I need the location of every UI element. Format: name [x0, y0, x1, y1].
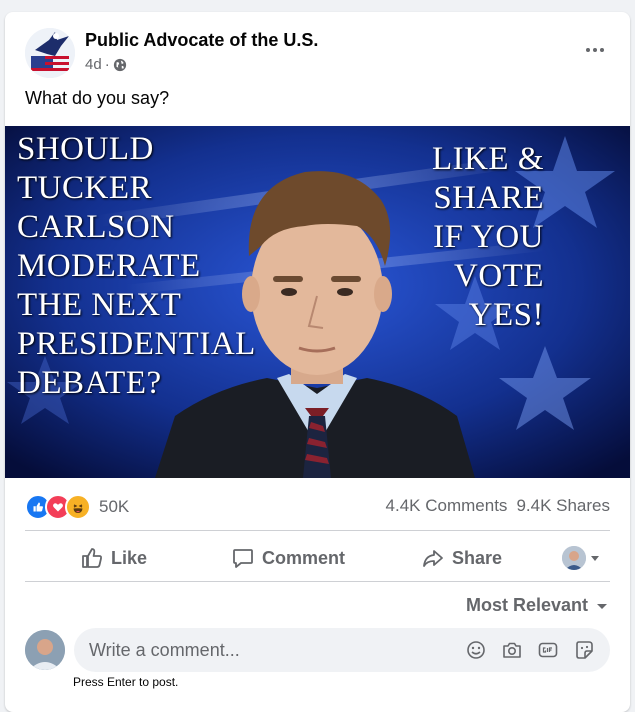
- like-label: Like: [111, 547, 148, 568]
- reaction-summary[interactable]: 50K: [25, 494, 129, 520]
- globe-icon[interactable]: [113, 58, 127, 72]
- comment-label: Comment: [262, 547, 346, 568]
- eagle-flag-logo: [25, 28, 75, 78]
- composer-tools: [464, 638, 596, 662]
- sticker-icon[interactable]: [572, 638, 596, 662]
- page-avatar[interactable]: [25, 28, 75, 78]
- caret-down-icon: [591, 556, 599, 561]
- user-avatar[interactable]: [25, 630, 65, 670]
- post-text: What do you say?: [25, 88, 170, 108]
- post-stats: 50K 4.4K Comments 9.4K Shares: [25, 488, 610, 522]
- comment-sort-dropdown[interactable]: Most Relevant: [466, 595, 608, 616]
- comment-placeholder: Write a comment...: [89, 640, 240, 660]
- divider: [25, 581, 610, 582]
- share-button[interactable]: Share: [421, 532, 502, 584]
- emoji-icon[interactable]: [464, 638, 488, 662]
- post-actions: Like Comment Share: [25, 532, 610, 584]
- comment-composer: Write a comment...: [25, 628, 610, 674]
- shares-count-link[interactable]: 9.4K Shares: [516, 496, 610, 516]
- engagement-counts: 4.4K Comments 9.4K Shares: [386, 496, 610, 516]
- viewer-avatar: [562, 546, 586, 570]
- reaction-count: 50K: [99, 497, 130, 516]
- image-call-to-action-text: LIKE & SHARE IF YOU VOTE YES!: [431, 141, 544, 333]
- comments-count-link[interactable]: 4.4K Comments: [386, 496, 508, 516]
- post-image[interactable]: SHOULD TUCKER CARLSON MODERATE THE NEXT …: [5, 126, 630, 478]
- gif-icon[interactable]: [536, 638, 560, 662]
- post-meta: 4d ·: [85, 56, 127, 73]
- like-button[interactable]: Like: [80, 532, 147, 584]
- comment-icon: [233, 549, 253, 568]
- thumbs-up-icon: [82, 548, 102, 568]
- post-header: Public Advocate of the U.S. 4d ·: [25, 28, 614, 78]
- meta-separator: ·: [104, 56, 110, 73]
- haha-icon: [65, 494, 91, 520]
- comment-input[interactable]: Write a comment...: [74, 628, 610, 672]
- press-enter-hint: Press Enter to post.: [73, 675, 179, 689]
- comment-button[interactable]: Comment: [231, 532, 345, 584]
- post-card: Public Advocate of the U.S. 4d · What do…: [5, 12, 630, 712]
- share-label: Share: [452, 547, 503, 568]
- image-question-text: SHOULD TUCKER CARLSON MODERATE THE NEXT …: [17, 131, 256, 401]
- post-time[interactable]: 4d: [85, 56, 102, 73]
- divider: [25, 530, 610, 531]
- react-as-selector[interactable]: [562, 546, 600, 570]
- sort-label: Most Relevant: [465, 595, 588, 615]
- camera-icon[interactable]: [500, 638, 524, 662]
- more-options-icon[interactable]: [580, 42, 610, 58]
- caret-down-icon: [597, 603, 607, 609]
- page-name[interactable]: Public Advocate of the U.S.: [85, 30, 318, 51]
- share-arrow-icon: [423, 550, 443, 567]
